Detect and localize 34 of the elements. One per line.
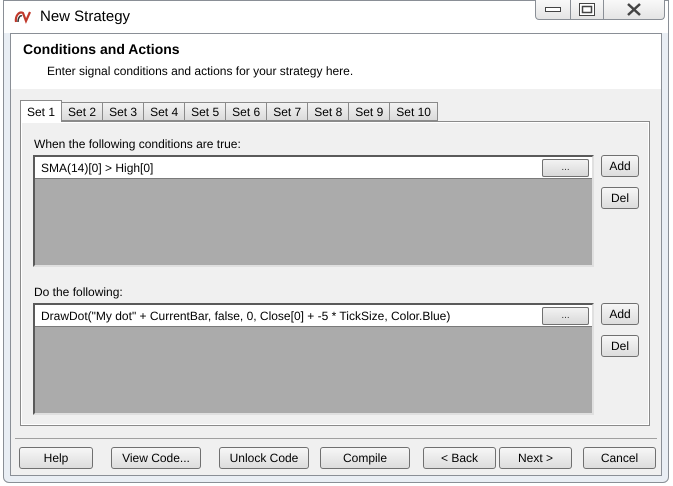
edit-button[interactable]: ... [542,158,589,176]
dialog-button[interactable]: Unlock Code [219,447,309,469]
dialog-button[interactable]: < Back [423,447,496,469]
tab[interactable]: Set 9 [349,102,390,121]
tab[interactable]: Set 4 [144,102,186,121]
maximize-icon [579,3,595,16]
tab[interactable]: Set 5 [185,102,226,121]
window-title: New Strategy [40,6,130,27]
dialog-button[interactable]: Next > [499,447,572,469]
section-label: Do the following: [33,285,124,299]
dialog-button[interactable]: Compile [320,447,410,469]
section-label: When the following conditions are true: [33,137,242,151]
list-row[interactable]: SMA(14)[0] > High[0] ... [35,157,592,179]
logo-icon [14,10,32,24]
small-button[interactable]: Add [601,303,639,325]
edit-button[interactable]: ... [542,306,589,324]
dialog-button[interactable]: Help [19,447,93,469]
close-icon [626,3,642,16]
tab[interactable]: Set 2 [62,102,104,121]
tab[interactable]: Set 6 [226,102,268,121]
tab[interactable]: Set 10 [390,102,438,121]
dialog-button[interactable]: Cancel [583,447,656,469]
tab[interactable]: Set 7 [267,102,308,121]
list-row[interactable]: DrawDot("My dot" + CurrentBar, false, 0, Close[0] + -5 * TickSize, Color.Blue) ... [35,305,592,327]
tab[interactable]: Set 1 [20,100,62,122]
minimize-icon [545,7,561,12]
dialog-button[interactable]: View Code... [111,447,201,469]
header-subtitle: Enter signal conditions and actions for your strategy here. [46,63,354,80]
small-button[interactable]: Del [601,187,639,209]
header-title: Conditions and Actions [23,40,181,58]
small-button[interactable]: Add [601,155,639,177]
tab[interactable]: Set 3 [103,102,144,121]
tab[interactable]: Set 8 [308,102,350,121]
small-button[interactable]: Del [601,335,639,357]
